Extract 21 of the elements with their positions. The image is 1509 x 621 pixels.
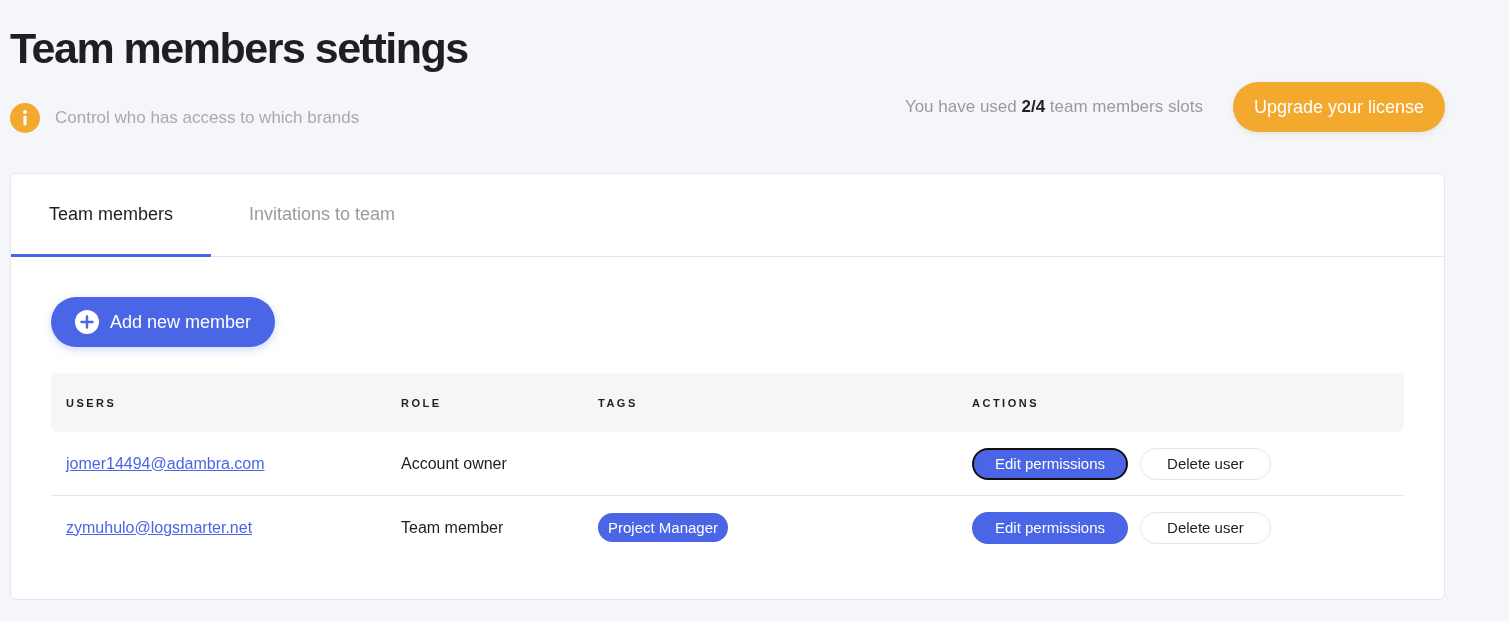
email-link[interactable]: jomer14494@adambra.com: [66, 454, 265, 473]
tab[interactable]: Team members: [11, 174, 212, 257]
role-text: Account owner: [401, 454, 507, 473]
tab[interactable]: Invitations to team: [211, 174, 434, 257]
column-header: ROLE: [401, 396, 443, 409]
page-subtitle: Control who has access to which brands: [55, 108, 360, 128]
delete-user-button[interactable]: Delete user: [1140, 511, 1271, 544]
add-member-button[interactable]: Add new member: [51, 297, 276, 347]
column-header: USERS: [66, 396, 118, 409]
plus-icon: [75, 310, 99, 334]
edit-permissions-button[interactable]: Edit permissions: [972, 447, 1129, 480]
page-title: Team members settings: [10, 23, 469, 74]
column-header: TAGS: [598, 396, 639, 409]
tag-badge: Project Manager: [598, 513, 729, 542]
email-link[interactable]: zymuhulo@logsmarter.net: [66, 518, 253, 537]
column-header: ACTIONS: [972, 396, 1040, 409]
slots-usage-text: You have used 2/4 team members slots: [904, 97, 1203, 117]
delete-user-button[interactable]: Delete user: [1140, 447, 1271, 480]
edit-permissions-button[interactable]: Edit permissions: [972, 511, 1129, 544]
info-icon: [10, 103, 40, 133]
role-text: Team member: [401, 518, 504, 537]
